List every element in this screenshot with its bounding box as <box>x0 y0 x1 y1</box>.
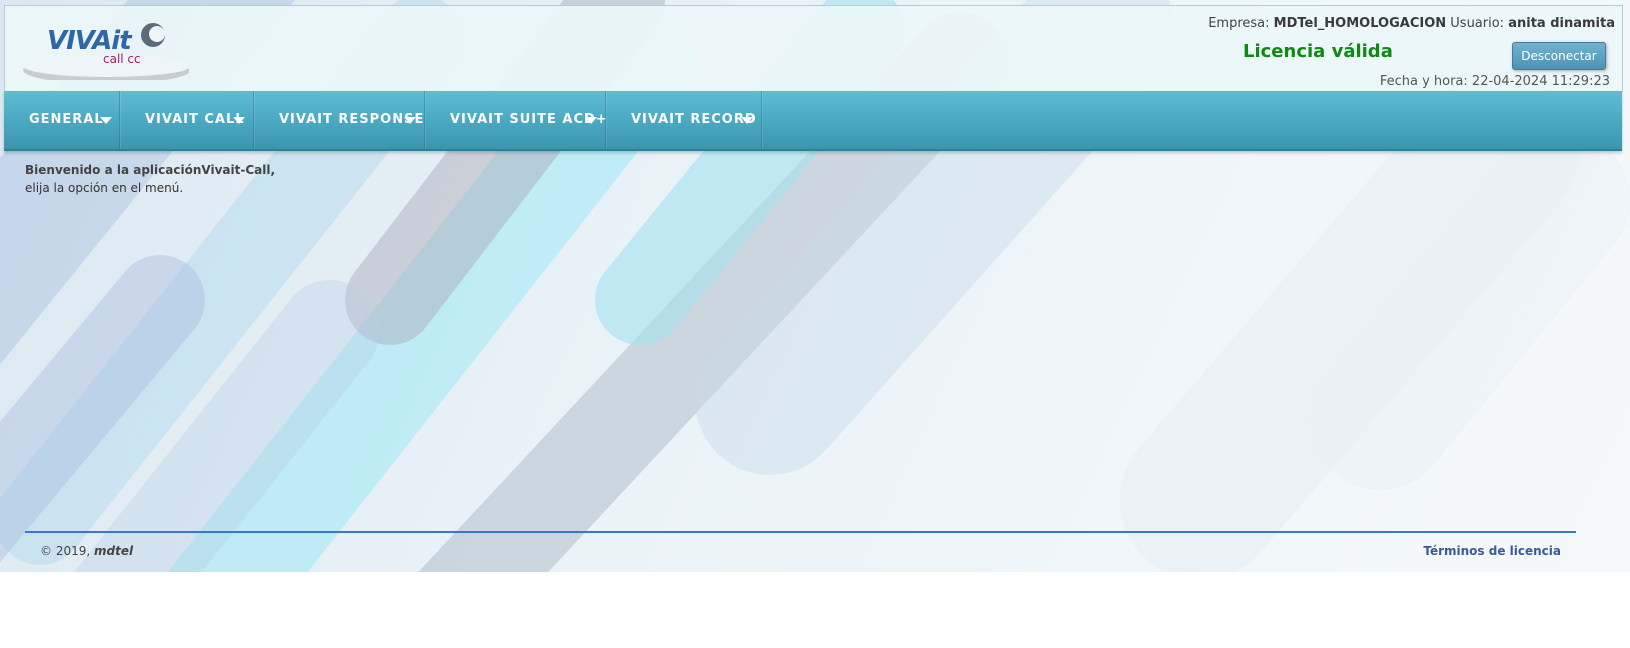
menu-vivait-suite-acd[interactable]: VIVAIT SUITE ACD+ <box>425 91 607 149</box>
license-status: Licencia válida <box>1243 41 1393 62</box>
welcome-title: Bienvenido a la aplicaciónVivait-Call, <box>25 163 276 177</box>
datetime: Fecha y hora: 22-04-2024 11:29:23 <box>1380 74 1610 89</box>
menu-vivait-response[interactable]: VIVAIT RESPONSE <box>254 91 425 149</box>
copyright-brand: mdtel <box>94 544 134 558</box>
svg-text:call cc: call cc <box>103 52 141 66</box>
menu-vivait-response-label: VIVAIT RESPONSE <box>279 112 425 127</box>
caret-down-icon <box>585 117 597 124</box>
company-label: Empresa: <box>1208 16 1270 31</box>
user-label: Usuario: <box>1450 16 1505 31</box>
menu-general-label: GENERAL <box>29 112 104 127</box>
company-user-info: Empresa: MDTel_HOMOLOGACION Usuario: ani… <box>1208 16 1615 31</box>
menu-general[interactable]: GENERAL <box>4 91 120 149</box>
logout-button[interactable]: Desconectar <box>1512 42 1606 70</box>
menu-vivait-record[interactable]: VIVAIT RECORD <box>606 91 762 149</box>
vivait-logo: VIVAit call cc <box>23 23 189 80</box>
header: VIVAit call cc Empresa: MDTel_HOMOLOGACI… <box>4 5 1623 92</box>
footer-divider <box>25 531 1576 533</box>
caret-down-icon <box>100 117 112 124</box>
license-terms-link[interactable]: Términos de licencia <box>1423 544 1561 558</box>
menu-vivait-call[interactable]: VIVAIT CALL <box>120 91 254 149</box>
page: VIVAit call cc Empresa: MDTel_HOMOLOGACI… <box>0 0 1630 572</box>
welcome-message: Bienvenido a la aplicaciónVivait-Call, e… <box>25 161 275 197</box>
datetime-label: Fecha y hora: <box>1379 74 1468 89</box>
main-menu: GENERAL VIVAIT CALL VIVAIT RESPONSE VIVA… <box>4 91 1622 151</box>
copyright-prefix: © 2019, <box>40 544 91 558</box>
menu-vivait-call-label: VIVAIT CALL <box>145 112 245 127</box>
user-value: anita dinamita <box>1508 16 1615 31</box>
caret-down-icon <box>404 117 416 124</box>
welcome-subtitle: elija la opción en el menú. <box>25 181 184 195</box>
menu-vivait-record-label: VIVAIT RECORD <box>631 112 757 127</box>
company-value: MDTel_HOMOLOGACION <box>1273 16 1447 31</box>
datetime-value: 22-04-2024 11:29:23 <box>1471 74 1610 89</box>
copyright: © 2019, mdtel <box>40 544 133 558</box>
caret-down-icon <box>741 117 753 124</box>
caret-down-icon <box>233 117 245 124</box>
